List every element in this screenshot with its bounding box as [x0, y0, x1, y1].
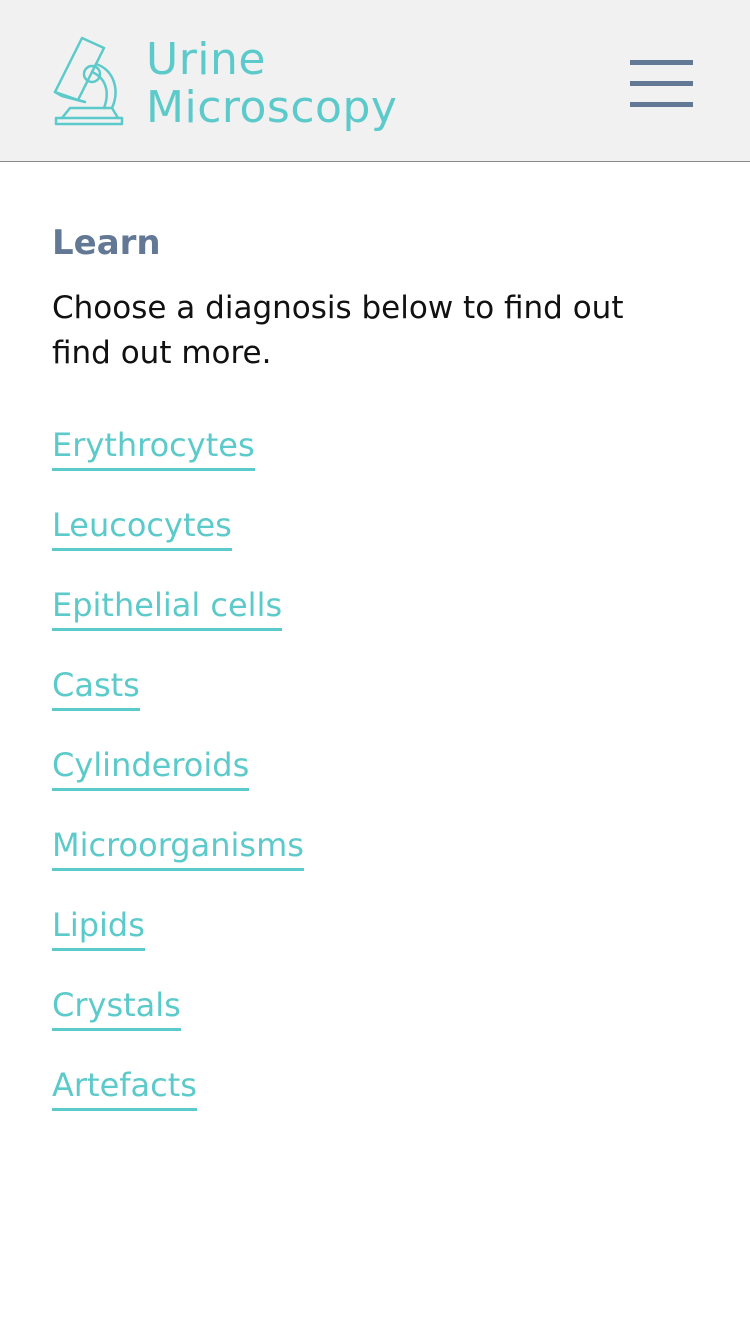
list-item: Crystals: [52, 984, 702, 1064]
list-item: Artefacts: [52, 1064, 702, 1144]
link-cylinderoids[interactable]: Cylinderoids: [52, 744, 250, 791]
list-item: Microorganisms: [52, 824, 702, 904]
menu-bar: [630, 60, 693, 65]
microscope-icon: [53, 36, 124, 126]
learn-section: Learn Choose a diagnosis below to find o…: [52, 220, 702, 1144]
app-title-line1: Urine: [146, 34, 266, 85]
list-item: Leucocytes: [52, 504, 702, 584]
hamburger-menu-icon[interactable]: [626, 56, 696, 112]
link-artefacts[interactable]: Artefacts: [52, 1064, 197, 1111]
list-item: Erythrocytes: [52, 424, 702, 504]
app-title-line2: Microscopy: [146, 82, 398, 133]
link-epithelial-cells[interactable]: Epithelial cells: [52, 584, 283, 631]
app-title[interactable]: Urine Microscopy: [146, 36, 397, 132]
link-casts[interactable]: Casts: [52, 664, 140, 711]
link-microorganisms[interactable]: Microorganisms: [52, 824, 304, 871]
list-item: Cylinderoids: [52, 744, 702, 824]
app-header: Urine Microscopy: [0, 0, 750, 162]
link-leucocytes[interactable]: Leucocytes: [52, 504, 232, 551]
menu-bar: [630, 81, 693, 86]
page-title: Learn: [52, 223, 161, 263]
intro-text: Choose a diagnosis below to find out fin…: [52, 290, 624, 371]
link-crystals[interactable]: Crystals: [52, 984, 181, 1031]
menu-bar: [630, 102, 693, 107]
diagnosis-list: Erythrocytes Leucocytes Epithelial cells…: [52, 424, 702, 1144]
link-lipids[interactable]: Lipids: [52, 904, 145, 951]
list-item: Lipids: [52, 904, 702, 984]
list-item: Casts: [52, 664, 702, 744]
list-item: Epithelial cells: [52, 584, 702, 664]
link-erythrocytes[interactable]: Erythrocytes: [52, 424, 255, 471]
